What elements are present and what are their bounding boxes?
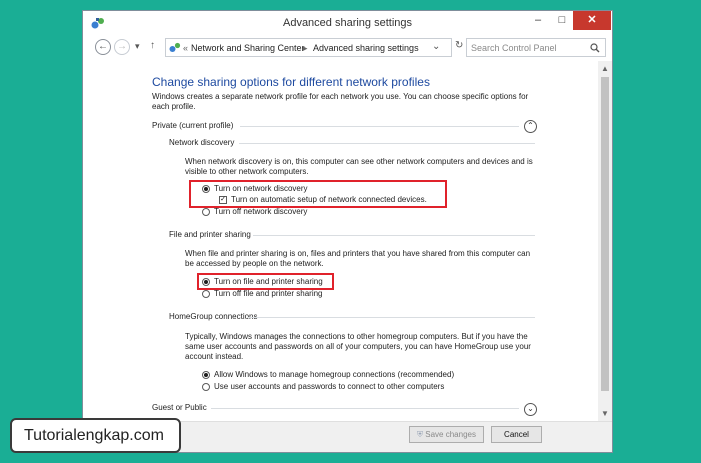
collapse-private-button[interactable]: ⌃ — [524, 120, 537, 133]
settings-content: Change sharing options for different net… — [83, 61, 598, 431]
up-button[interactable]: ↑ — [150, 40, 155, 51]
search-input[interactable] — [471, 41, 581, 54]
breadcrumb-advanced-sharing[interactable]: Advanced sharing settings — [313, 43, 419, 53]
recent-pages-dropdown[interactable]: ▾ — [135, 41, 140, 52]
breadcrumb-separator: ▸ — [303, 43, 308, 53]
shield-icon: ⛨ — [417, 430, 424, 439]
homegroup-allow-label[interactable]: Allow Windows to manage homegroup connec… — [214, 370, 454, 380]
address-bar: ← → ▾ ↑ « Network and Sharing Center ▸ A… — [83, 36, 612, 60]
private-profile-label[interactable]: Private (current profile) — [152, 121, 233, 131]
homegroup-title: HomeGroup connections — [169, 312, 258, 321]
vertical-scrollbar[interactable]: ▲ ▼ — [598, 61, 612, 431]
minimize-button[interactable]: – — [527, 11, 549, 31]
breadcrumb-network-sharing-center[interactable]: Network and Sharing Center — [191, 43, 305, 53]
file-printer-off-radio[interactable] — [202, 290, 210, 298]
save-changes-button[interactable]: ⛨ Save changes — [409, 426, 484, 443]
save-changes-label: Save changes — [425, 430, 476, 439]
homegroup-user-radio[interactable] — [202, 383, 210, 391]
path-overflow[interactable]: « — [183, 43, 188, 53]
site-label: Tutorialengkap.com — [10, 418, 181, 453]
guest-public-label[interactable]: Guest or Public — [152, 403, 207, 413]
page-heading: Change sharing options for different net… — [152, 75, 430, 89]
forward-button[interactable]: → — [114, 39, 130, 55]
file-printer-off-label[interactable]: Turn off file and printer sharing — [214, 289, 323, 299]
scroll-thumb[interactable] — [601, 77, 609, 391]
network-discovery-off-radio[interactable] — [202, 208, 210, 216]
section-divider — [239, 143, 535, 144]
maximize-button[interactable]: □ — [551, 11, 573, 31]
refresh-button[interactable]: ↻ — [455, 40, 463, 51]
section-divider — [253, 235, 535, 236]
homegroup-description: Typically, Windows manages the connectio… — [185, 332, 531, 361]
address-dropdown-button[interactable]: ⌄ — [432, 41, 440, 52]
scroll-up-arrow[interactable]: ▲ — [601, 64, 609, 73]
file-printer-sharing-title: File and printer sharing — [169, 230, 251, 239]
title-bar: Advanced sharing settings – □ ✕ — [83, 11, 612, 36]
network-icon — [169, 42, 181, 52]
expand-guest-button[interactable]: ⌄ — [524, 403, 537, 416]
address-path[interactable]: « Network and Sharing Center ▸ Advanced … — [165, 38, 452, 57]
highlight-network-discovery — [189, 180, 447, 208]
section-divider — [248, 317, 535, 318]
cancel-button[interactable]: Cancel — [491, 426, 542, 443]
advanced-sharing-window: Advanced sharing settings – □ ✕ ← → ▾ ↑ … — [82, 10, 613, 453]
homegroup-allow-radio[interactable] — [202, 371, 210, 379]
close-button[interactable]: ✕ — [573, 11, 611, 30]
highlight-file-printer — [197, 273, 334, 290]
search-icon[interactable] — [590, 43, 600, 53]
network-discovery-title: Network discovery — [169, 138, 235, 147]
search-box[interactable] — [466, 38, 606, 57]
network-discovery-description: When network discovery is on, this compu… — [185, 157, 533, 176]
network-discovery-off-label[interactable]: Turn off network discovery — [214, 207, 307, 217]
file-printer-sharing-description: When file and printer sharing is on, fil… — [185, 249, 531, 268]
back-button[interactable]: ← — [95, 39, 111, 55]
section-divider — [211, 408, 519, 409]
section-divider — [240, 126, 519, 127]
homegroup-user-label[interactable]: Use user accounts and passwords to conne… — [214, 382, 444, 392]
intro-text: Windows creates a separate network profi… — [152, 92, 529, 111]
scroll-down-arrow[interactable]: ▼ — [601, 409, 609, 418]
